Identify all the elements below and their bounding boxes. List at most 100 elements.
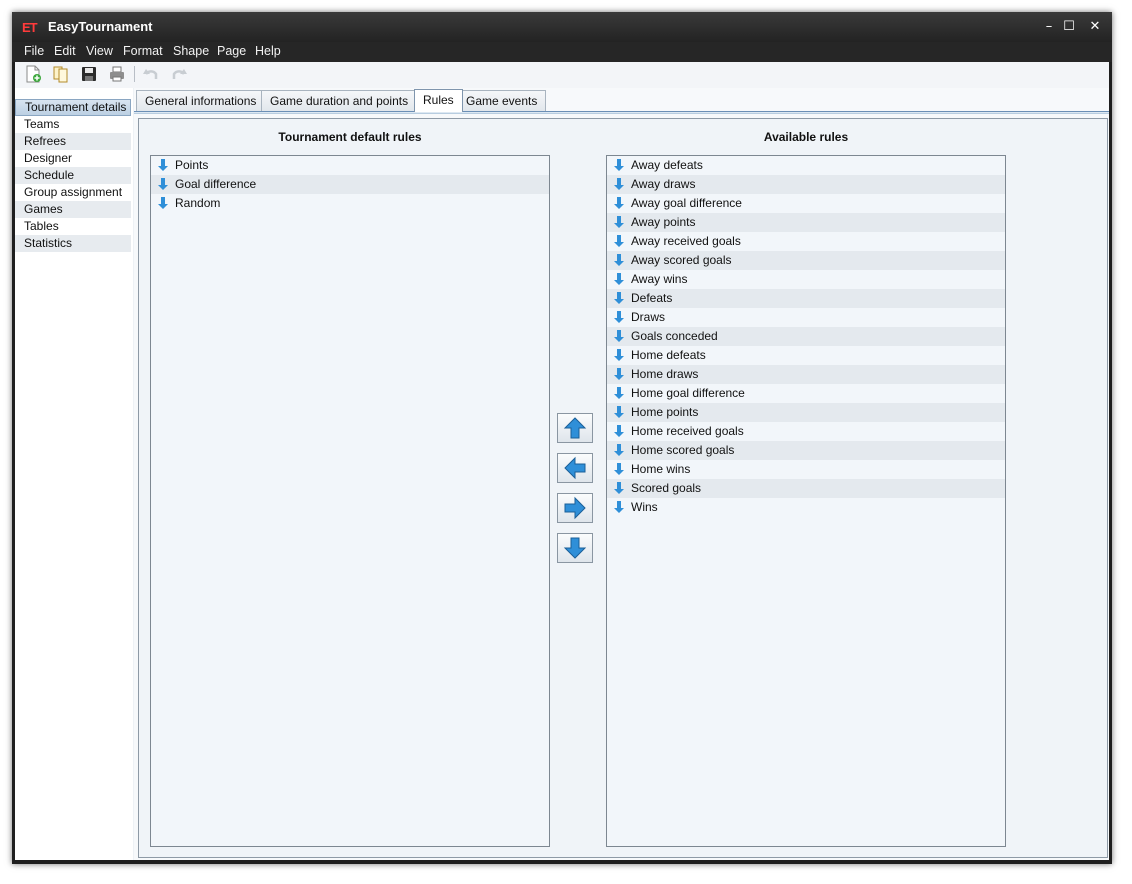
menu-edit[interactable]: Edit xyxy=(54,44,76,58)
rules-panel: Tournament default rules Available rules… xyxy=(138,118,1108,858)
sort-down-arrow-icon xyxy=(614,482,624,494)
client-area: Tournament details Teams Refrees Designe… xyxy=(15,62,1109,860)
rule-label: Home draws xyxy=(631,367,699,381)
list-item[interactable]: Home defeats xyxy=(607,346,1005,365)
sidebar-item-group-assignment[interactable]: Group assignment xyxy=(15,184,131,201)
rule-label: Away defeats xyxy=(631,158,703,172)
sort-down-arrow-icon xyxy=(614,216,624,228)
sidebar-item-tables[interactable]: Tables xyxy=(15,218,131,235)
list-item[interactable]: Away received goals xyxy=(607,232,1005,251)
tab-game-duration-and-points[interactable]: Game duration and points xyxy=(261,90,418,111)
list-item[interactable]: Home received goals xyxy=(607,422,1005,441)
menu-bar: File Edit View Format Shape Page Help xyxy=(12,42,1112,62)
list-item[interactable]: Goal difference xyxy=(151,175,549,194)
rule-label: Goals conceded xyxy=(631,329,718,343)
toolbar-separator xyxy=(134,66,135,82)
sidebar-item-games[interactable]: Games xyxy=(15,201,131,218)
list-item[interactable]: Random xyxy=(151,194,549,213)
list-item[interactable]: Scored goals xyxy=(607,479,1005,498)
move-right-button[interactable] xyxy=(557,493,593,523)
new-document-icon[interactable] xyxy=(24,65,42,83)
rule-label: Home defeats xyxy=(631,348,706,362)
main-content: General informations Game duration and p… xyxy=(134,88,1109,860)
move-left-button[interactable] xyxy=(557,453,593,483)
list-item[interactable]: Away goal difference xyxy=(607,194,1005,213)
rule-label: Away scored goals xyxy=(631,253,732,267)
title-bar[interactable]: ET EasyTournament – ☐ ✕ xyxy=(12,12,1112,42)
sidebar-item-tournament-details[interactable]: Tournament details xyxy=(15,99,131,116)
open-documents-icon[interactable] xyxy=(52,65,70,83)
app-logo-icon: ET xyxy=(22,20,38,35)
menu-format[interactable]: Format xyxy=(123,44,163,58)
list-item[interactable]: Away defeats xyxy=(607,156,1005,175)
list-item[interactable]: Away scored goals xyxy=(607,251,1005,270)
sort-down-arrow-icon xyxy=(158,197,168,209)
menu-page[interactable]: Page xyxy=(217,44,246,58)
default-rules-list[interactable]: Points Goal difference Random xyxy=(150,155,550,847)
sidebar-item-refrees[interactable]: Refrees xyxy=(15,133,131,150)
list-item[interactable]: Home draws xyxy=(607,365,1005,384)
menu-shape[interactable]: Shape xyxy=(173,44,209,58)
rule-label: Away goal difference xyxy=(631,196,742,210)
sidebar-item-designer[interactable]: Designer xyxy=(15,150,131,167)
tab-underline xyxy=(134,111,1109,114)
sort-down-arrow-icon xyxy=(614,254,624,266)
rule-label: Defeats xyxy=(631,291,673,305)
list-item[interactable]: Home scored goals xyxy=(607,441,1005,460)
rule-label: Home wins xyxy=(631,462,691,476)
available-rules-list[interactable]: Away defeats Away draws Away goal differen… xyxy=(606,155,1006,847)
tab-general-informations[interactable]: General informations xyxy=(136,90,266,111)
rule-label: Home goal difference xyxy=(631,386,745,400)
rule-label: Goal difference xyxy=(175,177,257,191)
menu-view[interactable]: View xyxy=(86,44,113,58)
list-item[interactable]: Home wins xyxy=(607,460,1005,479)
window-title: EasyTournament xyxy=(48,19,153,34)
maximize-icon[interactable]: ☐ xyxy=(1060,18,1078,36)
save-icon[interactable] xyxy=(80,65,98,83)
sort-down-arrow-icon xyxy=(614,368,624,380)
tab-game-events[interactable]: Game events xyxy=(457,90,547,111)
rule-label: Wins xyxy=(631,500,658,514)
list-item[interactable]: Home points xyxy=(607,403,1005,422)
list-item[interactable]: Defeats xyxy=(607,289,1005,308)
list-item[interactable]: Away points xyxy=(607,213,1005,232)
sort-down-arrow-icon xyxy=(614,159,624,171)
sidebar-item-statistics[interactable]: Statistics xyxy=(15,235,131,252)
print-icon[interactable] xyxy=(108,65,126,83)
sort-down-arrow-icon xyxy=(614,425,624,437)
sort-down-arrow-icon xyxy=(614,311,624,323)
arrow-left-icon xyxy=(564,456,586,480)
minimize-icon[interactable]: – xyxy=(1040,18,1058,36)
sidebar: Tournament details Teams Refrees Designe… xyxy=(15,88,133,860)
list-item[interactable]: Home goal difference xyxy=(607,384,1005,403)
menu-file[interactable]: File xyxy=(24,44,44,58)
app-window: ET EasyTournament – ☐ ✕ File Edit View F… xyxy=(12,12,1112,864)
redo-icon[interactable] xyxy=(170,65,188,83)
rule-label: Random xyxy=(175,196,221,210)
available-rules-header: Available rules xyxy=(763,130,849,144)
list-item[interactable]: Away draws xyxy=(607,175,1005,194)
rule-label: Away draws xyxy=(631,177,696,191)
rule-label: Home points xyxy=(631,405,699,419)
list-item[interactable]: Goals conceded xyxy=(607,327,1005,346)
sort-down-arrow-icon xyxy=(614,501,624,513)
sort-down-arrow-icon xyxy=(614,463,624,475)
list-item[interactable]: Points xyxy=(151,156,549,175)
move-down-button[interactable] xyxy=(557,533,593,563)
sort-down-arrow-icon xyxy=(614,178,624,190)
sort-down-arrow-icon xyxy=(614,406,624,418)
list-item[interactable]: Draws xyxy=(607,308,1005,327)
tab-rules[interactable]: Rules xyxy=(414,89,463,112)
close-icon[interactable]: ✕ xyxy=(1086,18,1104,36)
sidebar-item-schedule[interactable]: Schedule xyxy=(15,167,131,184)
list-item[interactable]: Wins xyxy=(607,498,1005,517)
sidebar-item-teams[interactable]: Teams xyxy=(15,116,131,133)
menu-help[interactable]: Help xyxy=(255,44,281,58)
arrow-right-icon xyxy=(564,496,586,520)
rule-label: Away points xyxy=(631,215,696,229)
undo-icon[interactable] xyxy=(142,65,160,83)
move-up-button[interactable] xyxy=(557,413,593,443)
sort-down-arrow-icon xyxy=(614,387,624,399)
list-item[interactable]: Away wins xyxy=(607,270,1005,289)
sort-down-arrow-icon xyxy=(614,235,624,247)
